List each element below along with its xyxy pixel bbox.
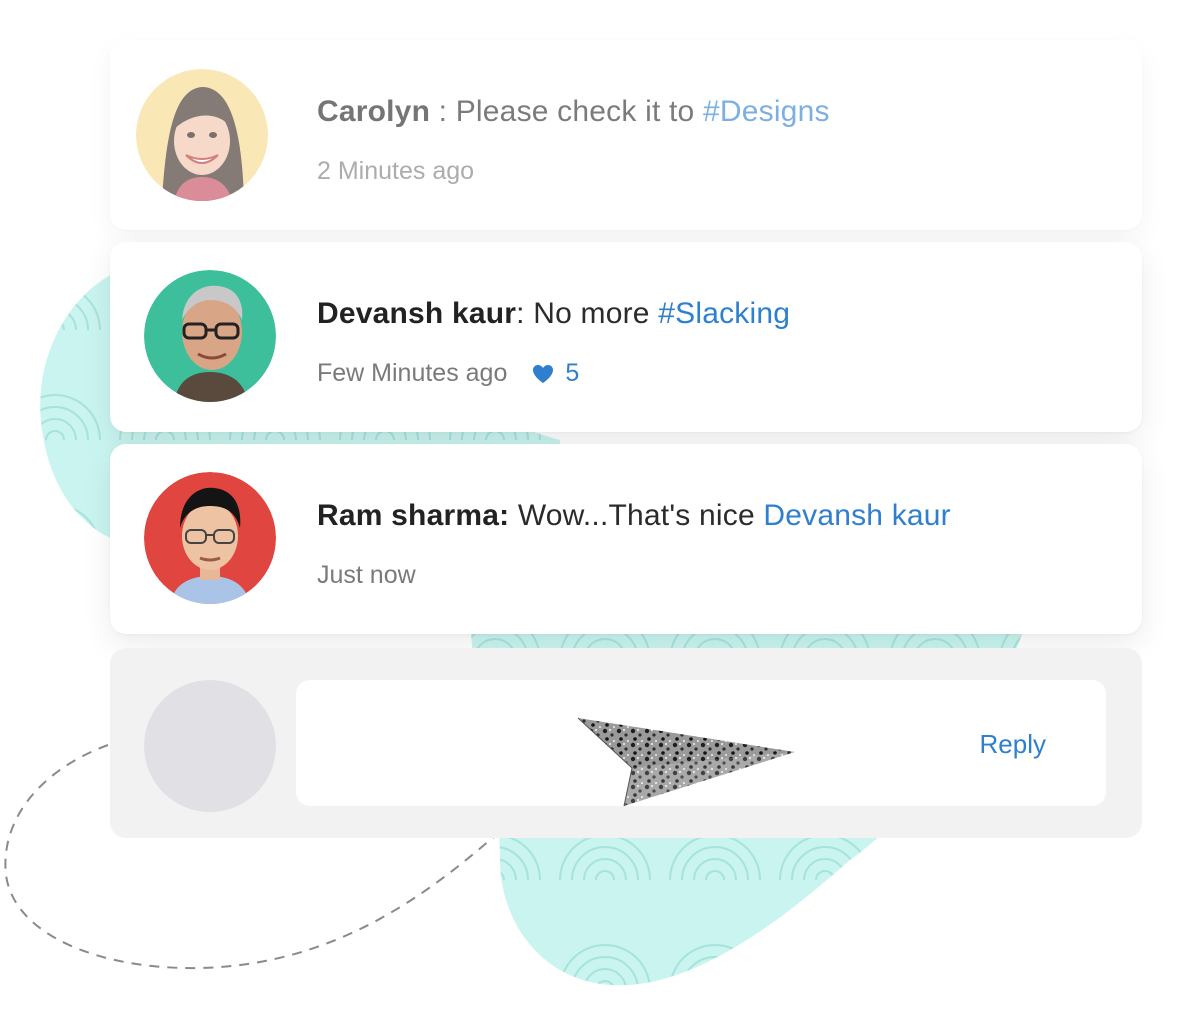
comment-meta: Few Minutes ago 5 — [317, 359, 579, 388]
mention-link[interactable]: Devansh kaur — [763, 499, 951, 532]
hashtag-link[interactable]: #Designs — [703, 95, 830, 128]
timestamp: 2 Minutes ago — [317, 157, 475, 185]
comment-text: Carolyn : Please check it to #Designs — [317, 95, 830, 129]
user-avatar-carolyn — [136, 69, 268, 201]
current-user-avatar-placeholder — [144, 680, 276, 812]
avatar — [144, 270, 276, 402]
comment-card: Devansh kaur: No more #Slacking Few Minu… — [110, 242, 1142, 432]
comment-text: Ram sharma: Wow...That's nice Devansh ka… — [317, 499, 951, 533]
comment-body: No more — [533, 297, 659, 330]
timestamp: Just now — [317, 561, 416, 589]
like-count: 5 — [565, 359, 580, 387]
comment-author[interactable]: Carolyn — [317, 95, 430, 128]
user-avatar-devansh — [144, 270, 276, 402]
hashtag-link[interactable]: #Slacking — [658, 297, 790, 330]
reply-input[interactable]: Reply — [296, 680, 1106, 806]
heart-icon — [533, 364, 554, 383]
comment-body: Please check it to — [455, 95, 703, 128]
comment-card: Carolyn : Please check it to #Designs 2 … — [110, 40, 1142, 230]
comment-author[interactable]: Devansh kaur — [317, 297, 516, 330]
reply-button[interactable]: Reply — [980, 729, 1046, 760]
comment-meta: Just now — [317, 561, 416, 590]
timestamp: Few Minutes ago — [317, 359, 508, 387]
reply-composer: Reply — [110, 648, 1142, 838]
avatar — [144, 472, 276, 604]
comment-card: Ram sharma: Wow...That's nice Devansh ka… — [110, 444, 1142, 634]
comment-text: Devansh kaur: No more #Slacking — [317, 297, 790, 331]
avatar — [136, 69, 268, 201]
comment-author[interactable]: Ram sharma: — [317, 499, 509, 532]
separator: : — [430, 95, 456, 128]
separator: : — [516, 297, 534, 330]
user-avatar-ram — [144, 472, 276, 604]
comment-body: Wow...That's nice — [517, 499, 764, 532]
separator — [509, 499, 518, 532]
like-button[interactable]: 5 — [531, 359, 579, 388]
comment-meta: 2 Minutes ago — [317, 157, 474, 186]
